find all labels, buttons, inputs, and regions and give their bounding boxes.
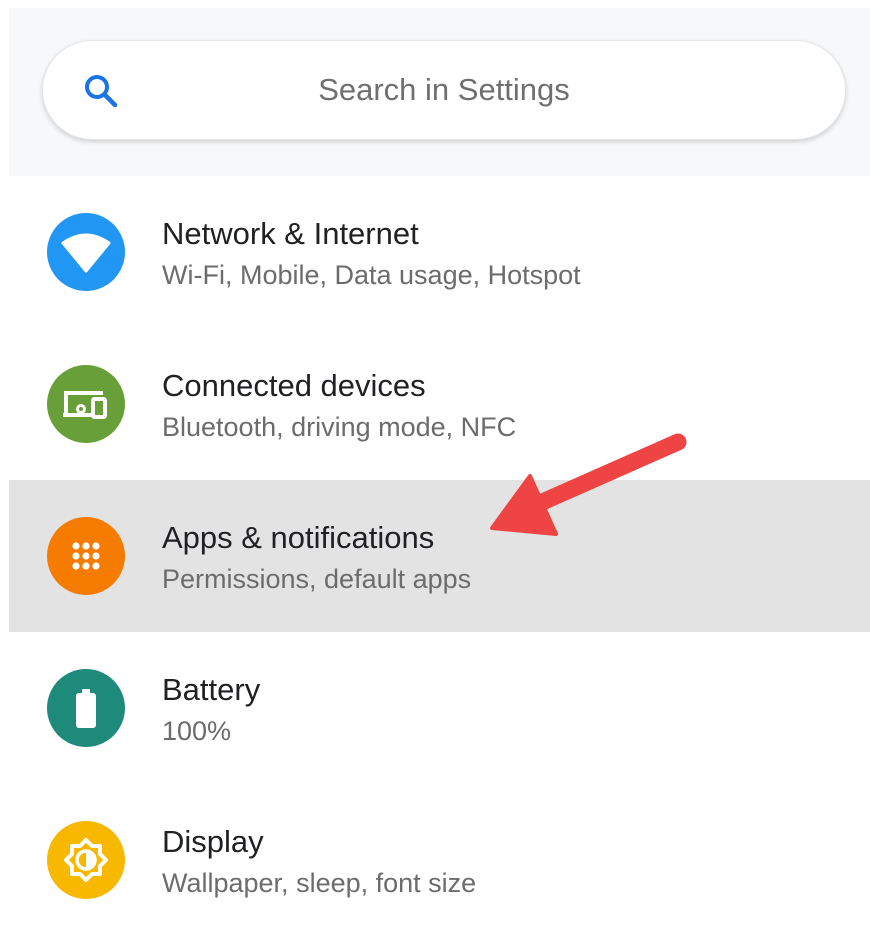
setting-title: Connected devices bbox=[162, 368, 426, 403]
connected-devices-icon bbox=[63, 391, 107, 419]
battery-icon-circle bbox=[47, 669, 125, 747]
setting-subtitle: Permissions, default apps bbox=[162, 564, 472, 594]
apps-grid-icon bbox=[72, 542, 100, 570]
search-area: Search in Settings bbox=[9, 8, 870, 176]
brightness-icon bbox=[64, 838, 108, 882]
setting-subtitle: 100% bbox=[162, 716, 232, 746]
setting-subtitle: Wallpaper, sleep, font size bbox=[162, 868, 477, 898]
search-placeholder: Search in Settings bbox=[318, 72, 570, 107]
settings-list: Network & Internet Wi-Fi, Mobile, Data u… bbox=[9, 176, 870, 936]
setting-title: Apps & notifications bbox=[162, 520, 435, 555]
setting-subtitle: Bluetooth, driving mode, NFC bbox=[162, 412, 517, 442]
setting-row-apps-notifications[interactable]: Apps & notifications Permissions, defaul… bbox=[9, 480, 870, 632]
battery-icon bbox=[76, 689, 96, 728]
setting-row-display[interactable]: Display Wallpaper, sleep, font size bbox=[9, 784, 870, 936]
setting-title: Display bbox=[162, 824, 264, 859]
search-bar[interactable]: Search in Settings bbox=[42, 40, 846, 140]
display-icon-circle bbox=[47, 821, 125, 899]
setting-title: Battery bbox=[162, 672, 261, 707]
setting-row-battery[interactable]: Battery 100% bbox=[9, 632, 870, 784]
setting-row-network[interactable]: Network & Internet Wi-Fi, Mobile, Data u… bbox=[9, 176, 870, 328]
setting-row-connected-devices[interactable]: Connected devices Bluetooth, driving mod… bbox=[9, 328, 870, 480]
wifi-icon bbox=[61, 233, 111, 273]
setting-subtitle: Wi-Fi, Mobile, Data usage, Hotspot bbox=[162, 260, 581, 290]
settings-screen: Search in Settings Network & Internet Wi… bbox=[9, 8, 870, 903]
apps-icon-circle bbox=[47, 517, 125, 595]
network-icon-circle bbox=[47, 213, 125, 291]
setting-title: Network & Internet bbox=[162, 216, 419, 251]
connected-devices-icon-circle bbox=[47, 365, 125, 443]
